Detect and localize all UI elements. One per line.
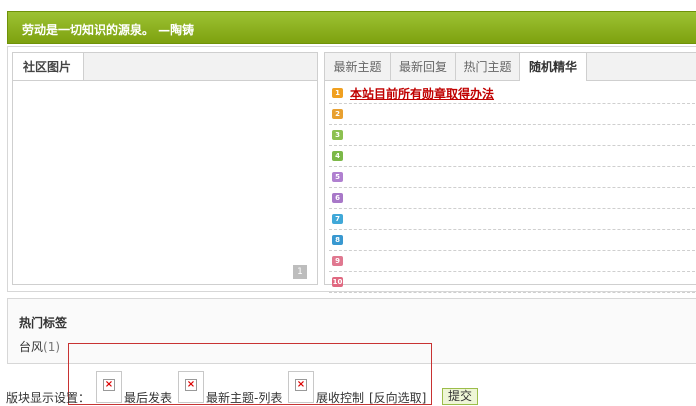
rank-number-icon: 7	[332, 214, 343, 224]
tag-count: (1)	[43, 340, 61, 354]
topic-list-item[interactable]: 1 本站目前所有勋章取得办法	[329, 84, 695, 104]
broken-image-icon: ×	[295, 379, 307, 391]
topic-link[interactable]: 本站目前所有勋章取得办法	[350, 85, 494, 102]
rank-number-icon: 6	[332, 193, 343, 203]
topic-list-item[interactable]: 7	[329, 210, 695, 230]
option-latest-topics-list[interactable]: 最新主题-列表	[206, 389, 282, 406]
tab-random-featured[interactable]: 随机精华	[520, 53, 587, 81]
topics-panel: 最新主题 最新回复 热门主题 随机精华 1 本站目前所有勋章取得办法 2 3 4 5 6 7 8…	[324, 52, 696, 293]
settings-label: 版块显示设置：	[6, 391, 91, 405]
topic-list-item[interactable]: 2	[329, 105, 695, 125]
rank-number-icon: 1	[332, 88, 343, 98]
tag-item[interactable]: 台风(1)	[19, 338, 60, 355]
rank-number-icon: 8	[332, 235, 343, 245]
topic-list-item[interactable]: 6	[329, 189, 695, 209]
image-pager-button[interactable]: 1	[293, 265, 307, 279]
broken-image-icon: ×	[103, 379, 115, 391]
topic-list-item[interactable]: 9	[329, 252, 695, 272]
rank-number-icon: 3	[332, 130, 343, 140]
tab-hot-topics[interactable]: 热门主题	[456, 53, 520, 80]
tab-latest-topics[interactable]: 最新主题	[325, 53, 391, 80]
quote-banner: 劳动是一切知识的源泉。 —陶铸	[7, 11, 696, 44]
topic-list-item[interactable]: 3	[329, 126, 695, 146]
rank-number-icon: 5	[332, 172, 343, 182]
broken-image-icon: ×	[185, 379, 197, 391]
rank-number-icon: 10	[332, 277, 343, 287]
left-tab-bar: 社区图片	[13, 53, 317, 81]
community-images-panel: 社区图片 1	[12, 52, 318, 285]
banner-quote-text: 劳动是一切知识的源泉。 —陶铸	[22, 23, 195, 37]
topic-list-item[interactable]: 8	[329, 231, 695, 251]
option-collapse-control[interactable]: 展收控制	[316, 389, 364, 406]
option-image-placeholder: ×	[96, 371, 122, 403]
rank-number-icon: 4	[332, 151, 343, 161]
hot-tags-title: 热门标签	[19, 316, 68, 330]
tab-community-images[interactable]: 社区图片	[13, 53, 84, 80]
tag-name[interactable]: 台风	[19, 340, 43, 354]
option-image-placeholder: ×	[288, 371, 314, 403]
topic-list: 1 本站目前所有勋章取得办法 2 3 4 5 6 7 8 9 10	[329, 84, 695, 294]
topic-list-item[interactable]: 4	[329, 147, 695, 167]
submit-button[interactable]: 提交	[442, 388, 478, 405]
option-last-post[interactable]: 最后发表	[124, 389, 172, 406]
rank-number-icon: 2	[332, 109, 343, 119]
option-image-placeholder: ×	[178, 371, 204, 403]
right-tab-bar: 最新主题 最新回复 热门主题 随机精华	[325, 53, 696, 81]
topic-list-item[interactable]: 10	[329, 273, 695, 293]
rank-number-icon: 9	[332, 256, 343, 266]
tab-latest-replies[interactable]: 最新回复	[391, 53, 456, 80]
topic-list-item[interactable]: 5	[329, 168, 695, 188]
invert-selection-link[interactable]: [反向选取]	[369, 389, 426, 406]
